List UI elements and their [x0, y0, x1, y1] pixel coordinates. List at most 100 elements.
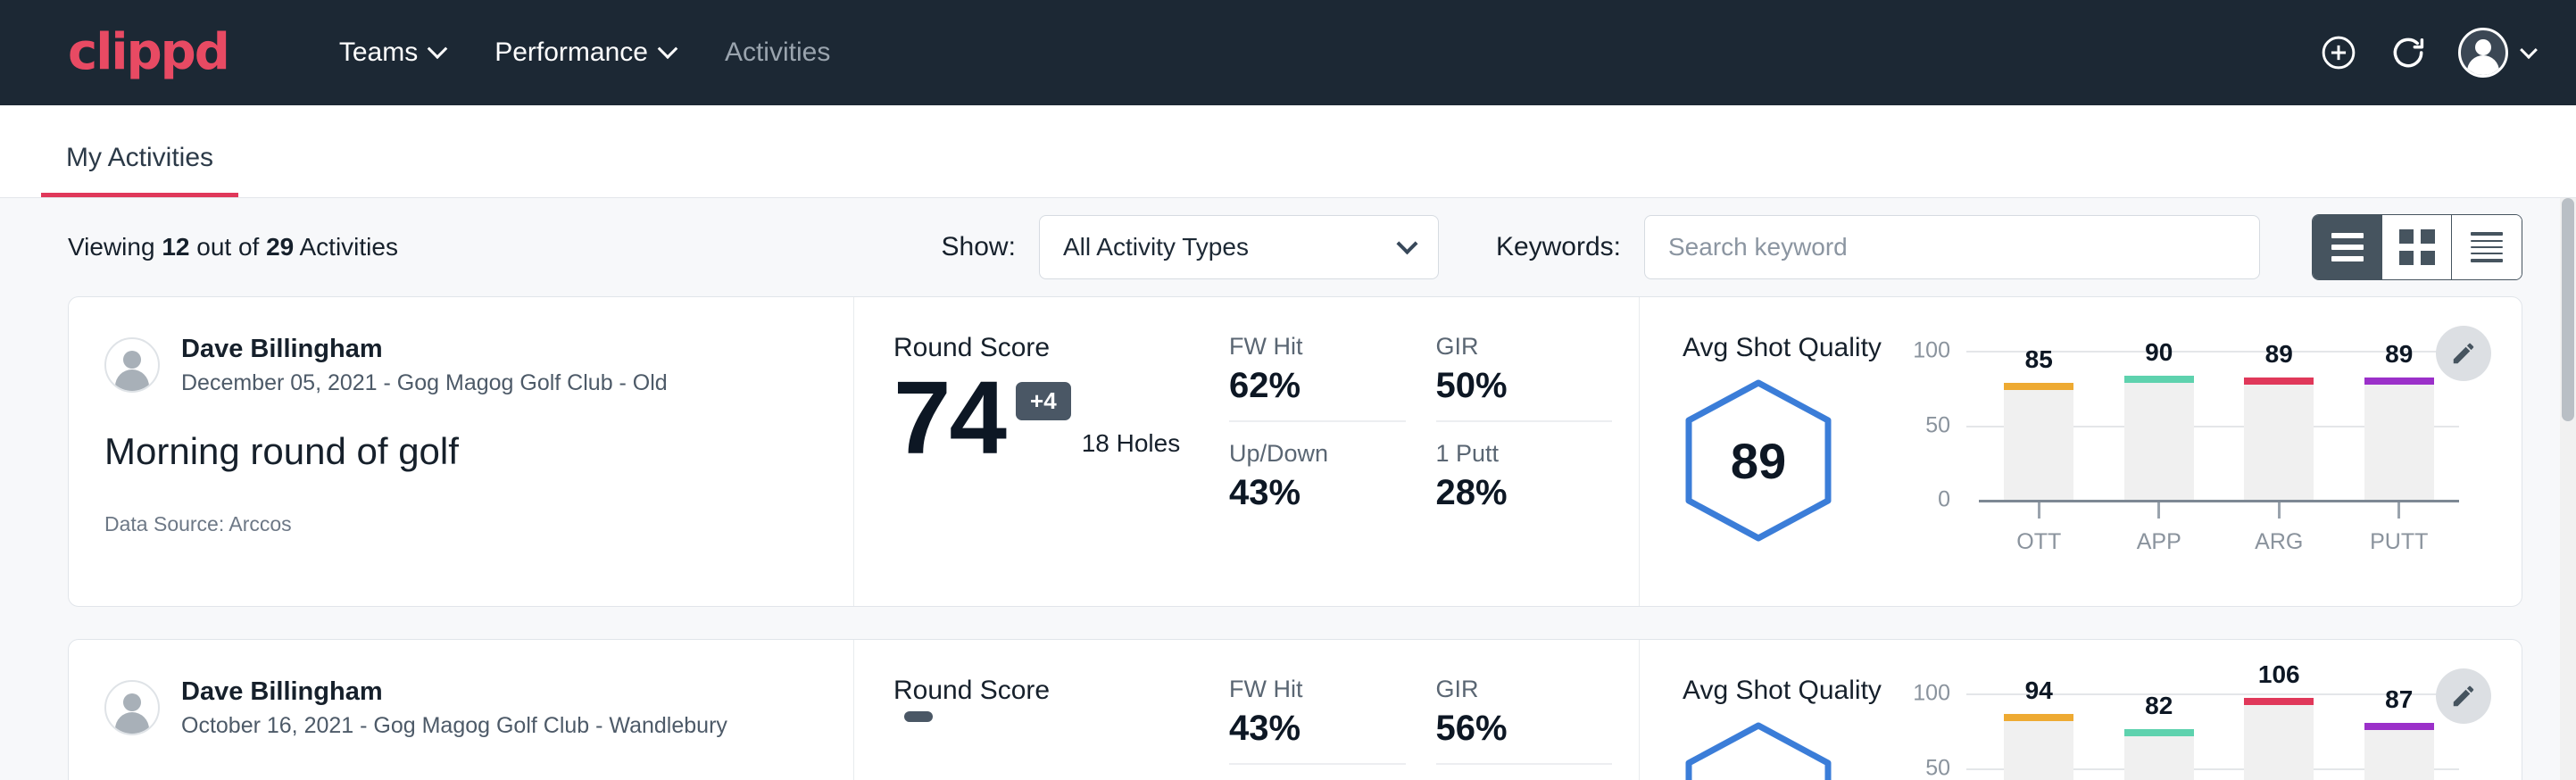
chart-x-axis: OTT APP ARG PUTT: [1979, 502, 2459, 555]
avg-shot-quality-hexagon: 89: [1683, 378, 1834, 544]
stat-label: GIR: [1436, 676, 1613, 703]
bar-value-label: 90: [2124, 338, 2194, 367]
stat-value: 62%: [1229, 366, 1406, 406]
bar-body: [2124, 736, 2194, 780]
x-tick-mark: [2038, 502, 2040, 519]
account-menu-button[interactable]: [2458, 28, 2535, 78]
show-label: Show:: [942, 232, 1016, 262]
activity-card[interactable]: Dave Billingham October 16, 2021 - Gog M…: [68, 639, 2522, 780]
bar-body: [2124, 383, 2194, 500]
avatar: [2458, 28, 2508, 78]
stat-value: 28%: [1436, 473, 1613, 513]
bar-cap: [2244, 698, 2314, 705]
stat-fw-hit: FW Hit 43%: [1229, 676, 1406, 765]
top-bar-actions: [2319, 28, 2535, 78]
bar-cap: [2244, 378, 2314, 385]
bar-cap: [2124, 376, 2194, 383]
person-name: Dave Billingham: [181, 676, 727, 708]
chevron-down-icon: [2520, 41, 2538, 59]
vertical-scrollbar[interactable]: [2560, 198, 2576, 780]
x-tick-mark: [2157, 502, 2160, 519]
round-score-label: Round Score: [893, 333, 1229, 363]
round-score-panel: Round Score 74 +4 18 Holes: [854, 297, 1229, 606]
search-input[interactable]: [1644, 215, 2260, 279]
bar-body: [2364, 730, 2434, 780]
nav-item-label: Teams: [339, 37, 418, 68]
chart-bar-app: 90: [2124, 351, 2194, 500]
stat-label: Up/Down: [1229, 440, 1406, 468]
activity-type-value: All Activity Types: [1063, 233, 1249, 261]
view-compact-button[interactable]: [2452, 215, 2522, 279]
bar-value-label: 82: [2124, 692, 2194, 720]
y-tick-label: 50: [1925, 412, 1950, 438]
tab-my-activities[interactable]: My Activities: [41, 143, 238, 197]
avg-shot-quality-panel: Avg Shot Quality 89 100 50: [1640, 297, 2522, 606]
refresh-button[interactable]: [2389, 33, 2428, 72]
stat-label: 1 Putt: [1436, 440, 1613, 468]
view-list-button[interactable]: [2313, 215, 2382, 279]
stat-label: FW Hit: [1229, 676, 1406, 703]
scrollbar-thumb[interactable]: [2562, 198, 2574, 421]
bar-cap: [2004, 714, 2073, 721]
round-score-badge: [904, 711, 933, 722]
y-tick-label: 50: [1925, 755, 1950, 780]
compact-view-icon: [2471, 232, 2503, 262]
chart-bar-ott: 94: [2004, 693, 2073, 780]
page-body: Viewing 12 out of 29 Activities Show: Al…: [0, 198, 2576, 780]
stat-value: 56%: [1436, 709, 1613, 749]
activity-meta: December 05, 2021 - Gog Magog Golf Club …: [181, 369, 668, 398]
edit-activity-button[interactable]: [2436, 326, 2491, 381]
x-tick-mark: [2278, 502, 2281, 519]
view-grid-button[interactable]: [2382, 215, 2452, 279]
nav-item-activities[interactable]: Activities: [700, 37, 855, 68]
nav-item-performance[interactable]: Performance: [469, 37, 700, 68]
results-count: Viewing 12 out of 29 Activities: [68, 233, 398, 261]
chart-bar-ott: 85: [2004, 351, 2073, 500]
round-score-badge: +4: [1016, 382, 1071, 420]
person-name: Dave Billingham: [181, 333, 668, 365]
activity-type-select[interactable]: All Activity Types: [1039, 215, 1439, 279]
stat-gir: GIR 56%: [1436, 676, 1613, 765]
chart-plot-area: 100 50 0 94 82: [1979, 693, 2459, 780]
y-tick-label: 100: [1913, 681, 1950, 707]
round-stats-panel: FW Hit 43% GIR 56%: [1229, 640, 1640, 780]
y-tick-label: 0: [1938, 487, 1950, 513]
chart-bar-app: 82: [2124, 693, 2194, 780]
bar-body: [2244, 385, 2314, 500]
shot-quality-chart: 100 50 0 94 82: [1924, 676, 2459, 780]
bar-value-label: 89: [2244, 340, 2314, 369]
activity-person: Dave Billingham October 16, 2021 - Gog M…: [104, 676, 827, 741]
bar-cap: [2124, 729, 2194, 736]
nav-item-teams[interactable]: Teams: [314, 37, 469, 68]
chevron-down-icon: [428, 38, 448, 59]
bar-body: [2364, 385, 2434, 500]
x-tick-label: PUTT: [2370, 529, 2428, 555]
round-score-label: Round Score: [893, 676, 1229, 706]
bar-value-label: 87: [2364, 685, 2434, 714]
edit-activity-button[interactable]: [2436, 668, 2491, 724]
viewing-count: 12: [162, 233, 189, 261]
activity-list: Dave Billingham December 05, 2021 - Gog …: [0, 296, 2576, 780]
x-tick-mark: [2397, 502, 2400, 519]
bar-body: [2244, 705, 2314, 780]
grid-view-icon: [2399, 229, 2435, 265]
add-activity-button[interactable]: [2319, 33, 2358, 72]
activity-card[interactable]: Dave Billingham December 05, 2021 - Gog …: [68, 296, 2522, 607]
avg-shot-quality-value: [1683, 720, 1834, 780]
activity-summary: Dave Billingham October 16, 2021 - Gog M…: [69, 640, 854, 780]
activity-data-source: Data Source: Arccos: [104, 512, 827, 536]
app-logo[interactable]: clippd: [68, 28, 229, 78]
round-holes: 18 Holes: [1082, 429, 1181, 458]
top-navigation-bar: clippd Teams Performance Activities: [0, 0, 2576, 105]
viewing-prefix: Viewing: [68, 233, 162, 261]
y-tick-label: 100: [1913, 338, 1950, 364]
bar-value-label: 89: [2364, 340, 2434, 369]
nav-item-label: Activities: [725, 37, 830, 68]
stat-gir: GIR 50%: [1436, 333, 1613, 422]
avatar: [104, 680, 160, 735]
round-score-value: 74: [893, 369, 1005, 467]
stat-up-down: Up/Down 43%: [1229, 440, 1406, 513]
viewing-suffix: Activities: [294, 233, 398, 261]
x-tick-label: OTT: [2016, 529, 2061, 555]
bar-cap: [2364, 723, 2434, 730]
